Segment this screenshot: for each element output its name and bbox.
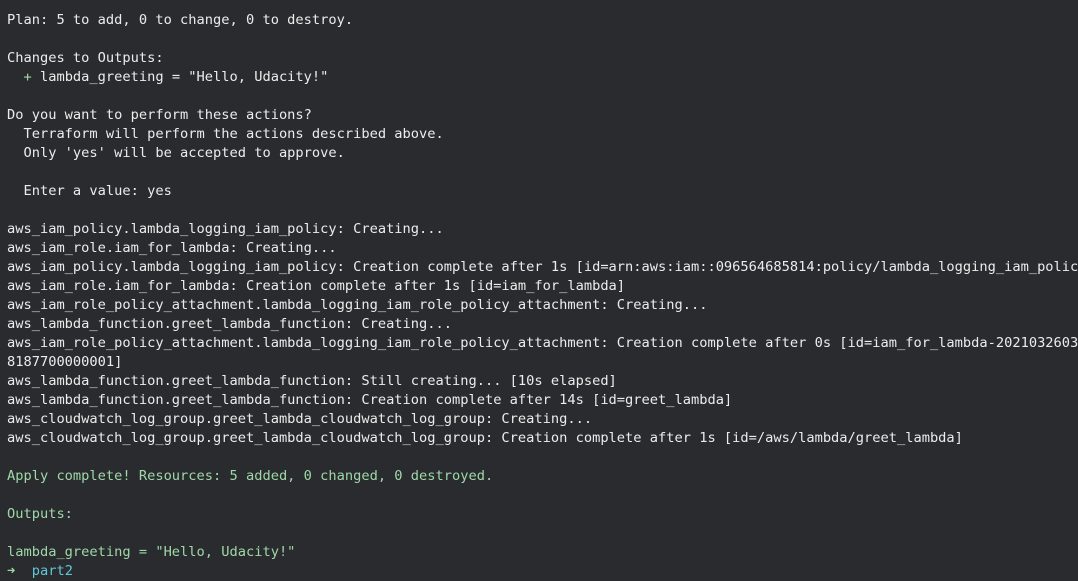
plus-icon: +	[7, 69, 40, 85]
log-line: aws_iam_role_policy_attachment.lambda_lo…	[7, 335, 1078, 351]
change-entry: + lambda_greeting = "Hello, Udacity!"	[7, 68, 328, 87]
log-line: aws_lambda_function.greet_lambda_functio…	[7, 373, 617, 389]
log-line: aws_iam_policy.lambda_logging_iam_policy…	[7, 259, 1078, 275]
log-line: aws_iam_policy.lambda_logging_iam_policy…	[7, 221, 444, 237]
apply-complete-message: Apply complete! Resources: 5 added, 0 ch…	[7, 468, 494, 484]
prompt-arrow-icon: ➜	[7, 563, 16, 579]
log-line: aws_iam_role.iam_for_lambda: Creation co…	[7, 278, 626, 294]
log-line: aws_cloudwatch_log_group.greet_lambda_cl…	[7, 411, 593, 427]
log-line: aws_iam_role_policy_attachment.lambda_lo…	[7, 297, 708, 313]
shell-prompt[interactable]: ➜ part2	[7, 562, 73, 581]
output-value: lambda_greeting = "Hello, Udacity!"	[7, 544, 296, 560]
log-line: aws_cloudwatch_log_group.greet_lambda_cl…	[7, 430, 963, 446]
outputs-header: Outputs:	[7, 506, 73, 522]
prompt-directory: part2	[31, 563, 73, 579]
confirm-question: Do you want to perform these actions?	[7, 107, 312, 123]
log-line: 8187700000001]	[7, 354, 123, 370]
confirm-description-2: Only 'yes' will be accepted to approve.	[7, 145, 345, 161]
terminal-window[interactable]: Plan: 5 to add, 0 to change, 0 to destro…	[0, 0, 1078, 581]
confirm-description-1: Terraform will perform the actions descr…	[7, 126, 444, 142]
enter-value-prompt: Enter a value: yes	[7, 183, 172, 199]
log-line: aws_iam_role.iam_for_lambda: Creating...	[7, 240, 337, 256]
plan-summary: Plan: 5 to add, 0 to change, 0 to destro…	[7, 12, 354, 28]
change-text: lambda_greeting = "Hello, Udacity!"	[39, 69, 329, 85]
log-line: aws_lambda_function.greet_lambda_functio…	[7, 316, 452, 332]
log-line: aws_lambda_function.greet_lambda_functio…	[7, 392, 733, 408]
changes-header: Changes to Outputs:	[7, 50, 164, 66]
